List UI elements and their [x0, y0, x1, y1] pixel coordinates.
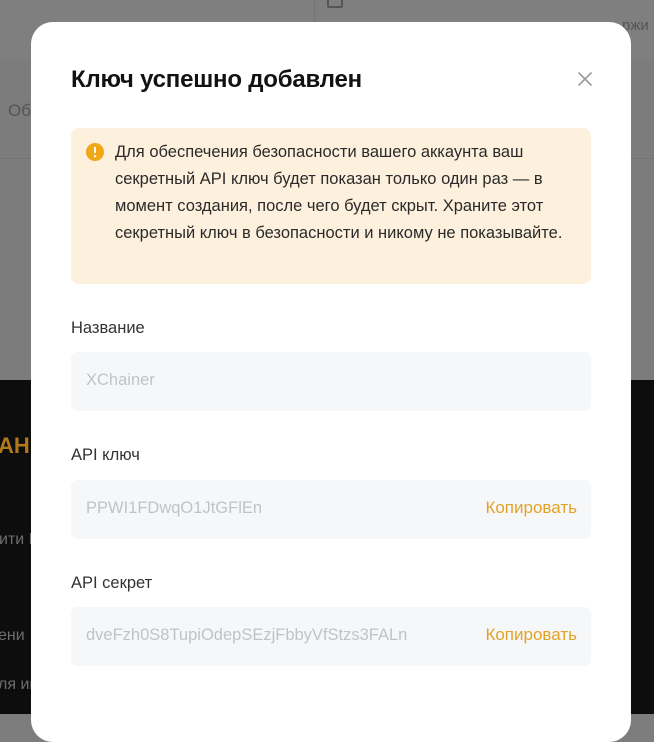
background-icon [327, 0, 343, 8]
api-secret-value: dveFzh0S8TupiOdepSEzjFbbyVfStzs3FALn [86, 626, 408, 644]
security-notice: Для обеспечения безопасности вашего акка… [71, 128, 591, 284]
background-section-heading: АН [0, 433, 30, 458]
api-key-field: PPWI1FDwqO1JtGFlEn Копировать [71, 480, 591, 539]
api-key-modal: Ключ успешно добавлен Для обеспечения бе… [31, 22, 631, 742]
warning-icon [86, 143, 104, 161]
api-secret-field: dveFzh0S8TupiOdepSEzjFbbyVfStzs3FALn Коп… [71, 607, 591, 666]
api-secret-label: API секрет [71, 574, 153, 592]
name-value: XChainer [86, 371, 155, 389]
name-label: Название [71, 319, 145, 337]
background-text-line: ени [0, 627, 25, 644]
background-row-text: Об [8, 101, 31, 120]
copy-api-key-button[interactable]: Копировать [485, 498, 577, 518]
notice-text: Для обеспечения безопасности вашего акка… [115, 143, 563, 242]
modal-title: Ключ успешно добавлен [71, 66, 362, 93]
api-key-value: PPWI1FDwqO1JtGFlEn [86, 499, 263, 517]
name-field: XChainer [71, 352, 591, 411]
close-icon[interactable] [575, 69, 595, 89]
copy-api-secret-button[interactable]: Копировать [485, 625, 577, 645]
api-key-label: API ключ [71, 446, 140, 464]
